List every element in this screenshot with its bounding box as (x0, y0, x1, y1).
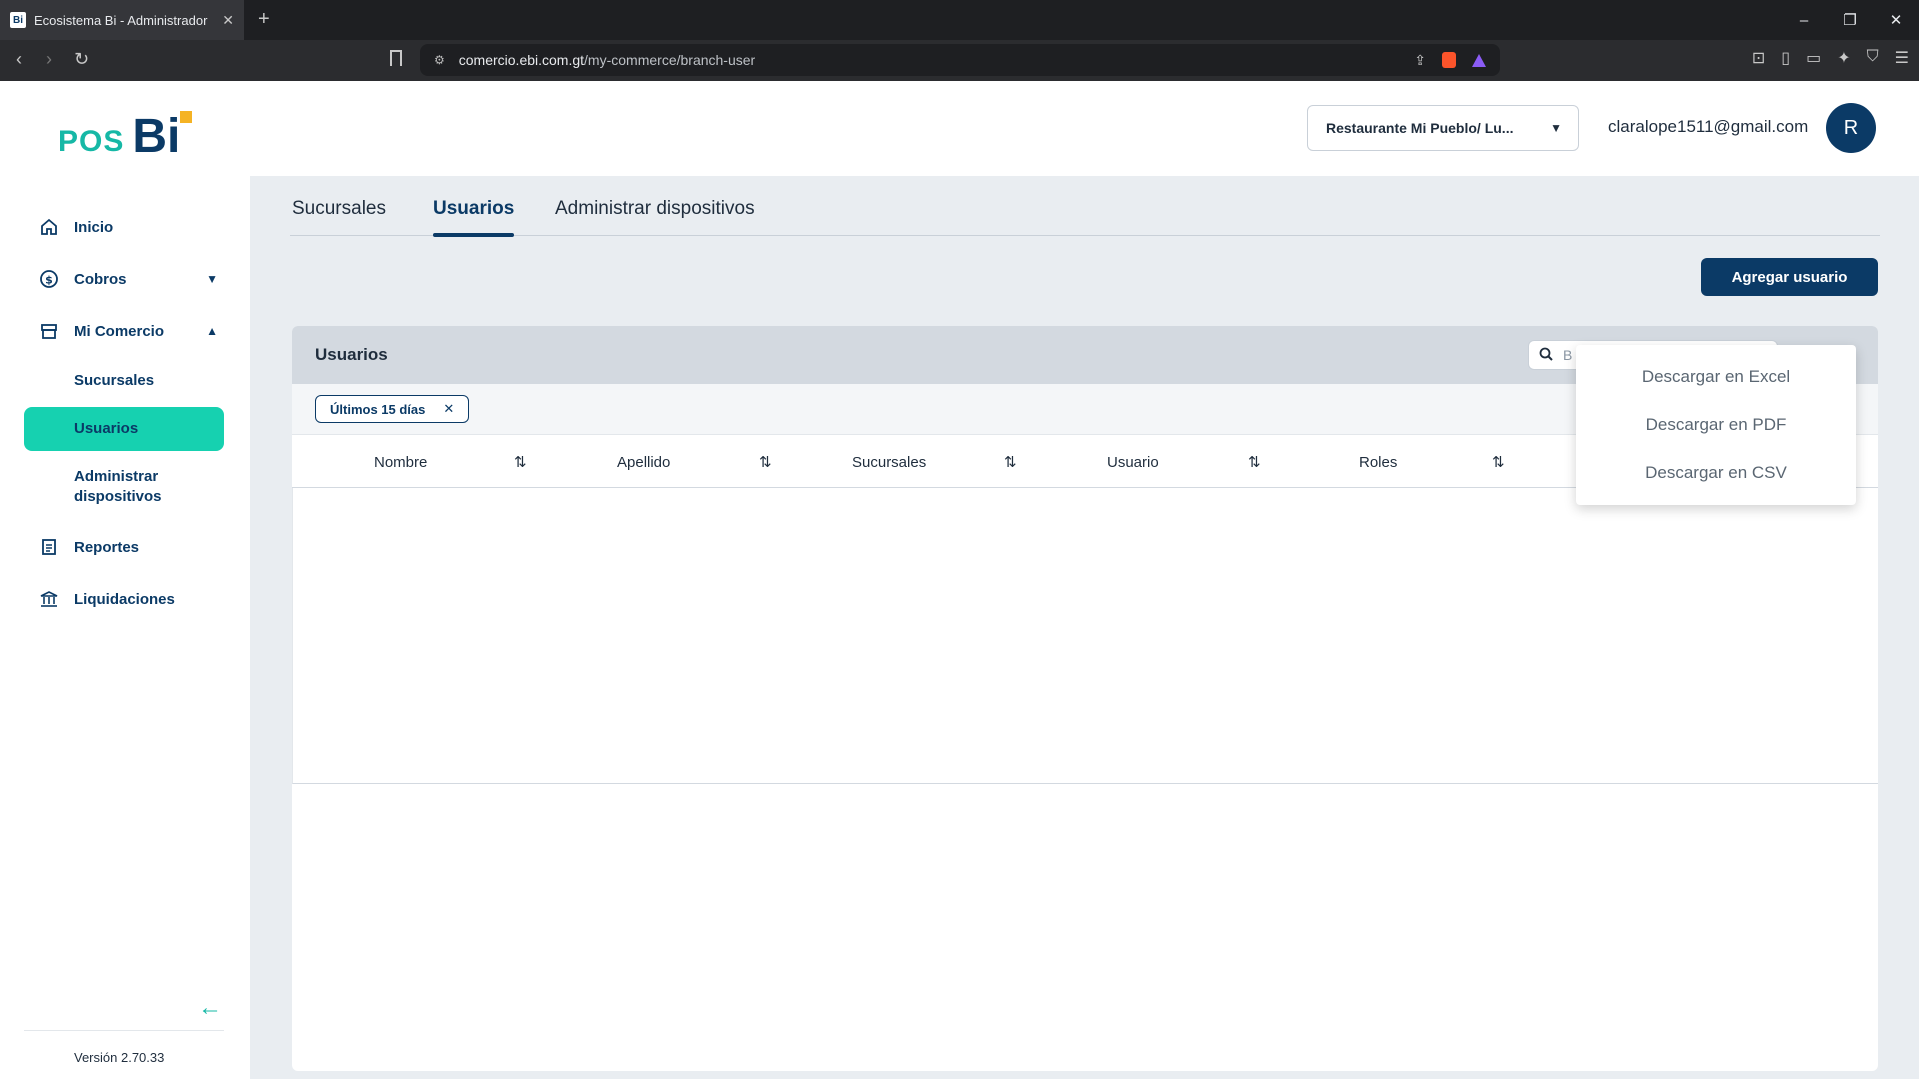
avatar[interactable]: R (1826, 103, 1876, 153)
download-csv-option[interactable]: Descargar en CSV (1576, 463, 1856, 483)
favicon-icon: Bi (10, 12, 26, 28)
screenshot-icon[interactable]: ⊡ (1752, 48, 1765, 68)
address-bar[interactable]: ⚙ comercio.ebi.com.gt/my-commerce/branch… (420, 44, 1500, 76)
search-icon (1539, 347, 1553, 364)
svg-text:$: $ (45, 274, 53, 287)
branch-selector-value: Restaurante Mi Pueblo/ Lu... (1326, 120, 1514, 136)
logo-pos-text: POS (58, 125, 125, 158)
menu-icon[interactable]: ☰ (1895, 48, 1909, 68)
column-header-apellido[interactable]: Apellido (617, 435, 670, 489)
user-email: claralope1511@gmail.com (1608, 117, 1809, 136)
table-body (292, 488, 1878, 784)
browser-tab[interactable]: Bi Ecosistema Bi - Administrador ✕ (0, 0, 244, 40)
store-icon (38, 320, 60, 342)
date-filter-chip[interactable]: Últimos 15 días ✕ (315, 395, 470, 423)
reload-icon[interactable]: ↻ (74, 49, 89, 70)
chevron-up-icon: ▲ (206, 324, 218, 338)
download-pdf-option[interactable]: Descargar en PDF (1576, 415, 1856, 435)
tab-administrar-dispositivos[interactable]: Administrar dispositivos (555, 198, 755, 236)
new-tab-icon[interactable]: + (258, 8, 270, 31)
column-header-sucursales[interactable]: Sucursales (852, 435, 926, 489)
pos-bi-logo[interactable]: POS Bi (58, 110, 193, 163)
wallet-icon[interactable]: ▭ (1806, 48, 1821, 68)
browser-extensions: ⊡ ▯ ▭ ✦ ⛉ ☰ (1752, 48, 1909, 68)
window-controls: – ❐ ✕ (1781, 0, 1919, 40)
sort-icon[interactable]: ⇅ (1004, 453, 1017, 471)
url-path: /my-commerce/branch-user (584, 52, 756, 68)
sidebar-divider (24, 1030, 224, 1031)
home-icon (38, 216, 60, 238)
bank-icon (38, 588, 60, 610)
restore-icon[interactable]: ❐ (1827, 11, 1873, 29)
chip-label: Últimos 15 días (330, 401, 426, 417)
sidebar-item-liquidaciones[interactable]: Liquidaciones (24, 577, 224, 621)
browser-tab-title: Ecosistema Bi - Administrador (34, 12, 208, 28)
report-icon (38, 536, 60, 558)
column-header-roles[interactable]: Roles (1359, 435, 1397, 489)
share-icon[interactable]: ⇪ (1414, 52, 1426, 69)
close-window-icon[interactable]: ✕ (1873, 11, 1919, 29)
leo-ai-icon[interactable]: ✦ (1837, 48, 1850, 68)
forward-icon[interactable]: › (46, 49, 52, 70)
sort-icon[interactable]: ⇅ (1248, 453, 1261, 471)
sidebar-subitem-administrar-dispositivos[interactable]: Administrar dispositivos (24, 467, 214, 507)
brave-rewards-icon[interactable] (1472, 53, 1486, 67)
minimize-icon[interactable]: – (1781, 12, 1827, 29)
download-excel-option[interactable]: Descargar en Excel (1576, 367, 1856, 387)
sidebar-item-inicio[interactable]: Inicio (24, 205, 224, 249)
app-version: Versión 2.70.33 (74, 1050, 165, 1065)
sidebar-item-label: Cobros (74, 270, 127, 288)
collapse-sidebar-arrow-icon[interactable]: ← (198, 994, 222, 1022)
close-tab-icon[interactable]: ✕ (222, 12, 234, 29)
url-host: comercio.ebi.com.gt (458, 52, 585, 68)
sort-icon[interactable]: ⇅ (759, 453, 772, 471)
sidebar-item-label: Liquidaciones (74, 590, 175, 608)
section-tabs: Sucursales Usuarios Administrar disposit… (290, 198, 1880, 237)
column-header-usuario[interactable]: Usuario (1107, 435, 1159, 489)
sort-icon[interactable]: ⇅ (514, 453, 527, 471)
chevron-down-icon: ▼ (1550, 121, 1562, 135)
bookmark-icon[interactable] (390, 50, 402, 66)
sidebar-item-cobros[interactable]: $ Cobros ▼ (24, 257, 224, 301)
site-settings-icon[interactable]: ⚙ (434, 53, 445, 67)
tab-sucursales[interactable]: Sucursales (292, 198, 386, 236)
remove-filter-icon[interactable]: ✕ (443, 401, 454, 417)
brave-shield-icon[interactable] (1442, 52, 1456, 68)
download-menu: Descargar en Excel Descargar en PDF Desc… (1576, 345, 1856, 505)
sidebar-item-mi-comercio[interactable]: Mi Comercio ▲ (24, 309, 224, 353)
branch-selector[interactable]: Restaurante Mi Pueblo/ Lu... ▼ (1307, 105, 1579, 151)
money-icon: $ (38, 268, 60, 290)
sidebar-item-reportes[interactable]: Reportes (24, 525, 224, 569)
vpn-icon[interactable]: ⛉ (1867, 48, 1879, 68)
sidebar-item-label: Reportes (74, 538, 140, 556)
sidebar-subitem-sucursales[interactable]: Sucursales (24, 371, 224, 391)
sidebar-item-label: Mi Comercio (74, 322, 165, 340)
card-title: Usuarios (315, 345, 388, 364)
sidebar-subitem-usuarios[interactable]: Usuarios (24, 407, 224, 451)
back-icon[interactable]: ‹ (16, 49, 22, 70)
add-user-button[interactable]: Agregar usuario (1701, 258, 1878, 296)
search-placeholder: B (1563, 347, 1573, 363)
tab-usuarios[interactable]: Usuarios (433, 198, 515, 237)
logo-bi-text: Bi (132, 110, 193, 163)
column-header-nombre[interactable]: Nombre (374, 435, 427, 489)
sidebar-toggle-icon[interactable]: ▯ (1781, 48, 1790, 68)
sidebar-item-label: Inicio (74, 218, 114, 236)
browser-tab-bar: Bi Ecosistema Bi - Administrador ✕ + – ❐… (0, 0, 1919, 40)
sort-icon[interactable]: ⇅ (1492, 453, 1505, 471)
chevron-down-icon: ▼ (206, 272, 218, 286)
